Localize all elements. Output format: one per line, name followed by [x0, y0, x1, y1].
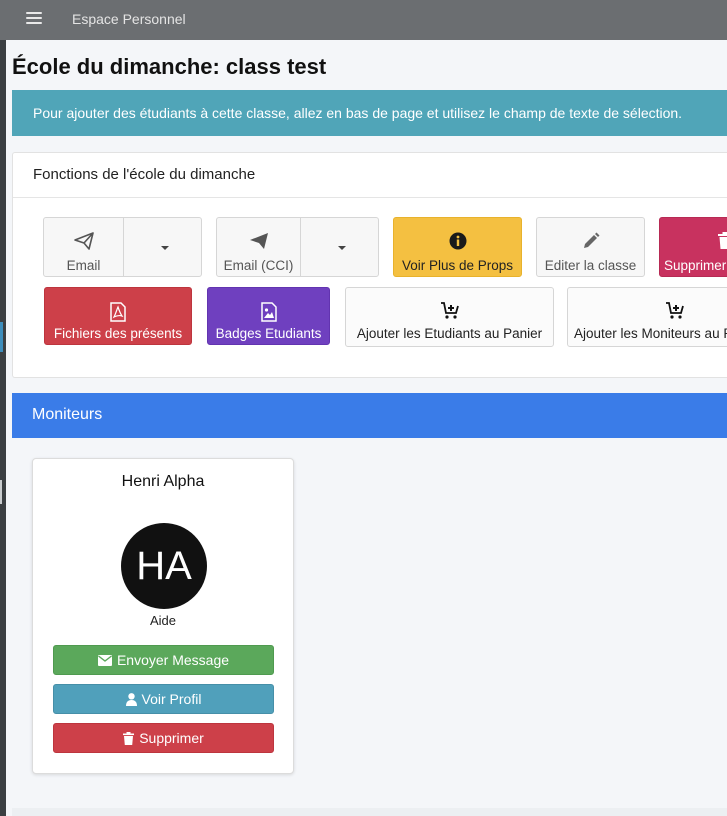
- email-button[interactable]: Email: [44, 218, 123, 276]
- supprimer-classe-button-label: Supprimer: [664, 258, 727, 273]
- email-dropdown-toggle[interactable]: [124, 218, 201, 276]
- info-alert: Pour ajouter des étudiants à cette class…: [12, 90, 727, 136]
- functions-card-header: Fonctions de l'école du dimanche: [13, 153, 727, 198]
- badges-etudiants-button[interactable]: Badges Etudiants: [207, 287, 330, 345]
- file-pdf-icon: [45, 302, 191, 322]
- caret-down-icon: [161, 246, 169, 250]
- view-profile-label: Voir Profil: [141, 691, 202, 707]
- email-button-label: Email: [66, 258, 101, 273]
- main-content: École du dimanche: class test Pour ajout…: [6, 40, 727, 816]
- info-alert-text: Pour ajouter des étudiants à cette class…: [33, 105, 683, 121]
- fichiers-presents-button-label: Fichiers des présents: [53, 326, 183, 341]
- email-cci-button-label: Email (CCI): [223, 258, 294, 273]
- delete-member-button[interactable]: Supprimer: [53, 723, 274, 753]
- paper-plane-outline-icon: [44, 232, 123, 252]
- sidebar-scroll-marker: [0, 480, 2, 504]
- caret-down-icon: [338, 246, 346, 250]
- paper-plane-icon: [217, 232, 300, 252]
- voir-props-button[interactable]: Voir Plus de Props: [393, 217, 522, 277]
- ajouter-etudiants-panier-label: Ajouter les Etudiants au Panier: [356, 326, 543, 341]
- member-role: Aide: [149, 613, 177, 628]
- hamburger-icon[interactable]: [26, 12, 42, 26]
- cart-plus-icon: [568, 302, 727, 322]
- avatar: HA: [121, 523, 207, 609]
- member-name: Henri Alpha: [121, 473, 205, 490]
- email-cci-dropdown-toggle[interactable]: [301, 218, 378, 276]
- envelope-icon: [97, 654, 112, 666]
- trash-icon: [660, 232, 727, 252]
- image-file-icon: [208, 302, 329, 322]
- supprimer-classe-button[interactable]: Supprimer: [659, 217, 727, 277]
- send-message-label: Envoyer Message: [116, 652, 230, 668]
- ajouter-moniteurs-panier-button[interactable]: Ajouter les Moniteurs au Panier: [567, 287, 727, 347]
- trash-icon: [123, 731, 135, 745]
- sidebar-active-marker: [0, 322, 3, 352]
- editer-classe-button-label: Editer la classe: [544, 258, 637, 273]
- moniteurs-section-title: Moniteurs: [32, 406, 103, 423]
- member-card: Henri Alpha HA Aide Envoyer Message Voir…: [32, 458, 294, 774]
- fichiers-presents-button[interactable]: Fichiers des présents: [44, 287, 192, 345]
- moniteurs-section-header: Moniteurs: [12, 393, 727, 438]
- page-title: École du dimanche: class test: [12, 54, 327, 79]
- functions-card: Fonctions de l'école du dimanche Email E…: [12, 152, 727, 378]
- ajouter-moniteurs-panier-label: Ajouter les Moniteurs au Panier: [574, 326, 727, 341]
- send-message-button[interactable]: Envoyer Message: [53, 645, 274, 675]
- user-icon: [125, 692, 137, 706]
- navbar-title[interactable]: Espace Personnel: [72, 11, 186, 27]
- top-navbar: Espace Personnel: [0, 0, 727, 40]
- email-split-button: Email: [43, 217, 202, 277]
- voir-props-button-label: Voir Plus de Props: [401, 258, 514, 273]
- ajouter-etudiants-panier-button[interactable]: Ajouter les Etudiants au Panier: [345, 287, 554, 347]
- cart-plus-icon: [346, 302, 553, 322]
- pencil-icon: [537, 232, 644, 252]
- badges-etudiants-button-label: Badges Etudiants: [215, 326, 322, 341]
- delete-member-label: Supprimer: [139, 730, 204, 746]
- functions-card-title: Fonctions de l'école du dimanche: [33, 166, 256, 183]
- info-circle-icon: [394, 232, 521, 252]
- bottom-divider: [12, 808, 727, 816]
- email-cci-split-button: Email (CCI): [216, 217, 379, 277]
- email-cci-button[interactable]: Email (CCI): [217, 218, 300, 276]
- editer-classe-button[interactable]: Editer la classe: [536, 217, 645, 277]
- view-profile-button[interactable]: Voir Profil: [53, 684, 274, 714]
- avatar-initials: HA: [136, 544, 192, 588]
